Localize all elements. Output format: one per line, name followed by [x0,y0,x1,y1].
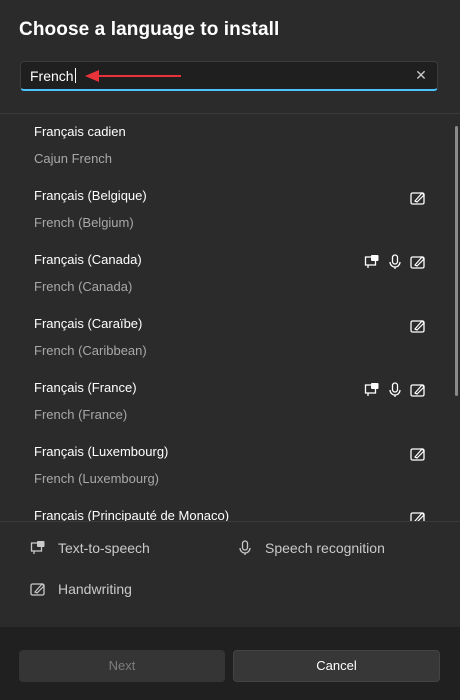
handwriting-icon [410,192,425,205]
dialog-title: Choose a language to install [19,19,280,40]
language-english-name: Cajun French [34,151,113,166]
legend-label: Text-to-speech [58,540,150,556]
language-list[interactable]: Français cadien Cajun French Français (Bel… [0,114,460,521]
language-list-item[interactable]: Français (Caraïbe) French (Caribbean) [0,306,450,370]
text-caret [74,68,76,83]
microphone-icon [389,382,401,397]
text-to-speech-icon [364,255,379,268]
language-name: Français cadien [34,124,126,139]
legend-label: Handwriting [58,581,132,597]
text-to-speech-icon [364,383,379,396]
language-english-name: French (Canada) [34,279,133,294]
language-english-name: French (Belgium) [34,215,134,230]
handwriting-icon [410,256,425,269]
language-name: Français (Caraïbe) [34,316,143,331]
language-name: Français (Belgique) [34,188,147,203]
language-name: Français (Principauté de Monaco) [34,508,230,521]
language-name: Français (Canada) [34,252,142,267]
language-english-name: French (Luxembourg) [34,471,159,486]
language-list-item[interactable]: Français (France) French (France) [0,370,450,434]
language-list-item[interactable]: Français cadien Cajun French [0,114,450,178]
feature-icons [410,446,426,462]
feature-icons [364,382,426,398]
handwriting-icon [410,320,425,333]
next-button[interactable]: Next [19,650,225,682]
legend-text-to-speech: Text-to-speech [30,540,150,556]
handwriting-icon [410,512,425,521]
handwriting-icon [410,448,425,461]
dialog-footer: Next Cancel [0,627,460,700]
clear-search-icon[interactable]: ✕ [413,67,429,83]
feature-icons [410,510,426,521]
scrollbar[interactable] [455,126,458,396]
microphone-icon [389,254,401,269]
legend-speech-recognition: Speech recognition [237,540,385,556]
legend-label: Speech recognition [265,540,385,556]
language-list-item[interactable]: Français (Belgique) French (Belgium) [0,178,450,242]
language-english-name: French (Caribbean) [34,343,147,358]
language-english-name: French (France) [34,407,128,422]
legend-handwriting: Handwriting [30,581,132,597]
feature-icons [410,318,426,334]
language-name: Français (Luxembourg) [34,444,169,459]
language-name: Français (France) [34,380,137,395]
annotation-arrow [85,70,181,82]
feature-legend: Text-to-speech Speech recognition Handwr… [0,522,460,627]
feature-icons [364,254,426,270]
search-input[interactable]: French [30,68,76,84]
handwriting-icon [30,583,45,596]
microphone-icon [239,540,251,555]
cancel-button[interactable]: Cancel [233,650,440,682]
language-list-item[interactable]: Français (Principauté de Monaco) [0,498,450,521]
text-to-speech-icon [30,541,45,554]
language-list-item[interactable]: Français (Canada) French (Canada) [0,242,450,306]
feature-icons [410,190,426,206]
language-list-item[interactable]: Français (Luxembourg) French (Luxembourg) [0,434,450,498]
handwriting-icon [410,384,425,397]
